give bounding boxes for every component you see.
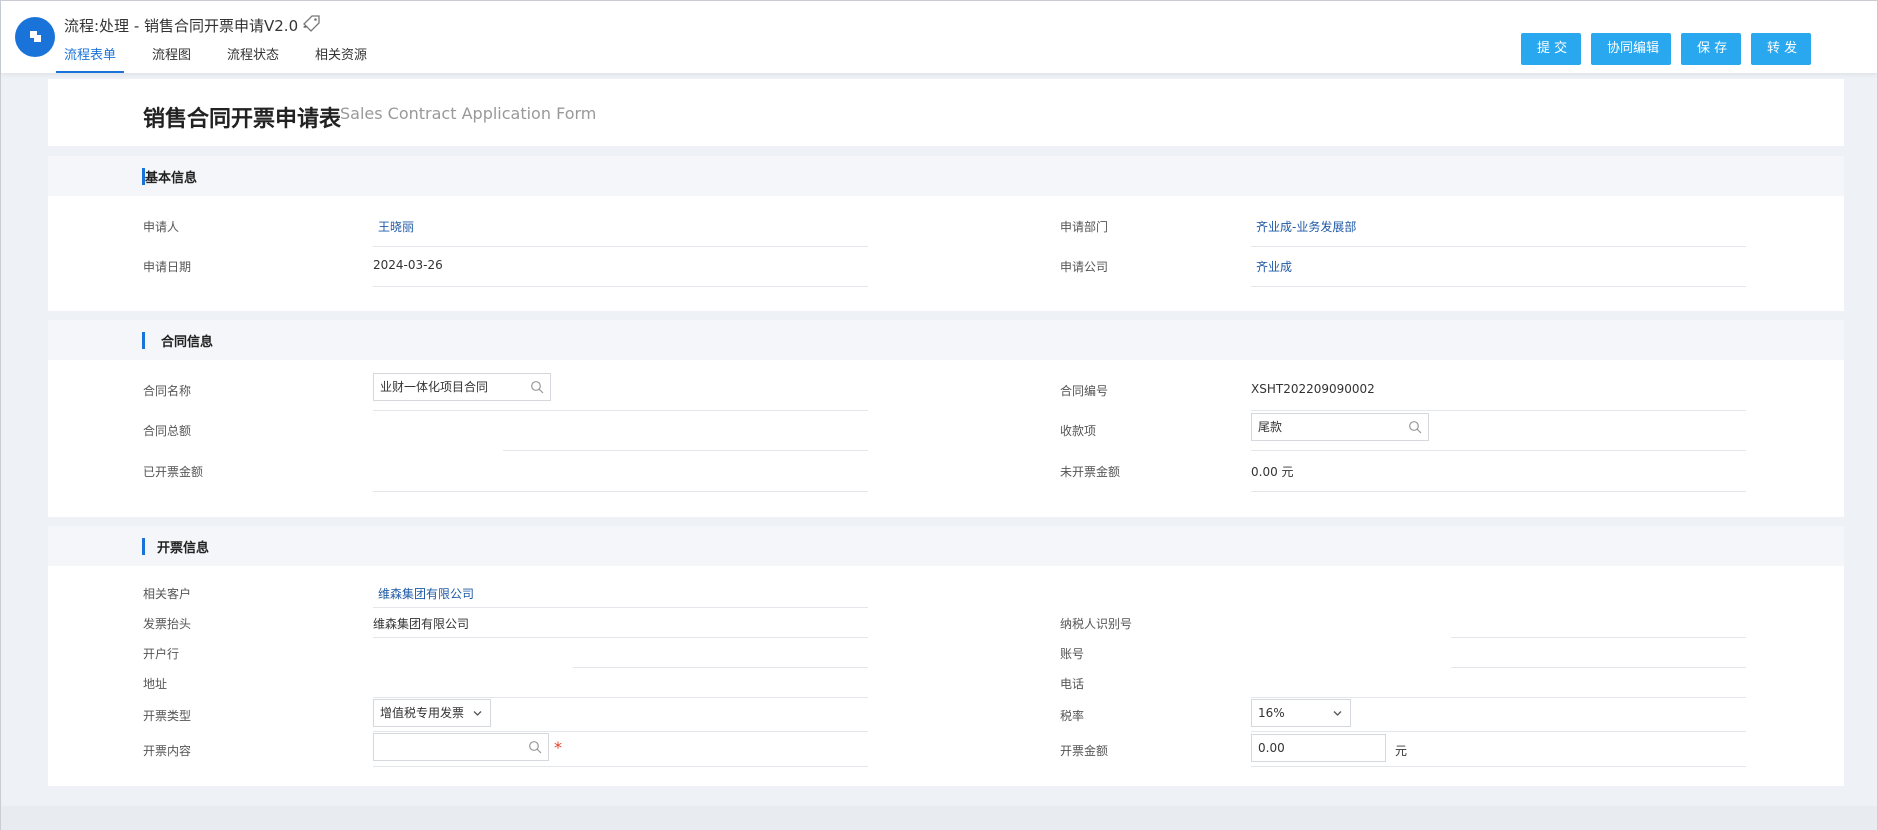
field-underline <box>373 637 868 638</box>
apply-date-value: 2024-03-26 <box>373 258 443 272</box>
field-underline <box>1251 731 1746 732</box>
invoice-amount-input[interactable]: 0.00 <box>1251 734 1386 762</box>
field-underline <box>373 491 868 492</box>
invoice-amount-label: 开票金额 <box>1060 744 1109 758</box>
section-marker <box>142 332 145 349</box>
invoiced-amount-label: 已开票金额 <box>143 465 204 479</box>
company-value[interactable]: 齐业成 <box>1256 258 1292 275</box>
address-label: 地址 <box>143 677 168 691</box>
tab-flow-chart[interactable]: 流程图 <box>144 45 199 73</box>
forward-button[interactable]: 转 发 <box>1751 33 1811 65</box>
customer-label: 相关客户 <box>143 587 192 601</box>
field-underline <box>373 697 868 698</box>
tab-process-status[interactable]: 流程状态 <box>219 45 287 73</box>
tax-rate-select[interactable]: 16% <box>1251 699 1351 727</box>
submit-button[interactable]: 提 交 <box>1521 33 1581 65</box>
invoice-type-value: 增值税专用发票 <box>380 706 465 720</box>
search-icon[interactable] <box>528 740 542 754</box>
action-toolbar: 提 交 协同编辑 保 存 转 发 <box>1521 33 1821 65</box>
field-underline <box>573 667 868 668</box>
uninvoiced-amount-label: 未开票金额 <box>1060 465 1121 479</box>
department-value[interactable]: 齐业成-业务发展部 <box>1256 218 1356 235</box>
invoice-amount-value: 0.00 <box>1258 741 1285 755</box>
phone-label: 电话 <box>1060 677 1085 691</box>
field-underline <box>1251 450 1746 451</box>
required-mark: * <box>554 738 562 757</box>
customer-value[interactable]: 维森集团有限公司 <box>378 585 474 602</box>
invoice-info-panel: 开票信息 相关客户 维森集团有限公司 发票抬头 维森集团有限公司 纳税人识别号 … <box>48 526 1844 786</box>
field-underline <box>373 766 868 767</box>
field-underline <box>373 607 868 608</box>
apply-date-label: 申请日期 <box>143 260 192 274</box>
invoice-info-header: 开票信息 <box>48 526 1844 566</box>
section-title: 基本信息 <box>145 171 198 186</box>
account-label: 账号 <box>1060 647 1085 661</box>
process-title: 流程:处理 - 销售合同开票申请V2.0 - <box>64 17 309 35</box>
contract-info-header: 合同信息 <box>48 320 1844 360</box>
field-underline <box>1451 637 1746 638</box>
tab-related-resources[interactable]: 相关资源 <box>307 45 375 73</box>
app-logo-icon <box>15 17 55 57</box>
bank-label: 开户行 <box>143 647 180 661</box>
uninvoiced-amount-value: 0.00 元 <box>1251 465 1294 479</box>
contract-name-value: 业财一体化项目合同 <box>380 380 489 394</box>
tab-process-form[interactable]: 流程表单 <box>56 45 125 73</box>
applicant-label: 申请人 <box>143 220 180 234</box>
payment-item-input[interactable]: 尾款 <box>1251 413 1429 441</box>
basic-info-header: 基本信息 <box>48 156 1844 196</box>
chevron-down-icon <box>1333 711 1342 716</box>
tag-icon[interactable] <box>303 14 321 32</box>
field-underline <box>1251 697 1746 698</box>
department-label: 申请部门 <box>1060 220 1109 234</box>
field-underline <box>1251 286 1746 287</box>
invoice-header-value: 维森集团有限公司 <box>373 617 470 631</box>
app-window: 流程:处理 - 销售合同开票申请V2.0 - 流程表单 流程图 流程状态 相关资… <box>0 0 1878 830</box>
field-underline <box>373 246 868 247</box>
search-icon[interactable] <box>530 380 544 394</box>
contract-name-label: 合同名称 <box>143 384 192 398</box>
invoice-type-label: 开票类型 <box>143 709 192 723</box>
field-underline <box>1251 766 1746 767</box>
invoice-type-select[interactable]: 增值税专用发票 <box>373 699 491 727</box>
field-underline <box>1251 410 1746 411</box>
section-title: 合同信息 <box>161 335 214 350</box>
invoice-header-label: 发票抬头 <box>143 617 192 631</box>
collab-edit-button[interactable]: 协同编辑 <box>1591 33 1671 65</box>
footer-strip <box>1 806 1877 830</box>
tax-rate-value: 16% <box>1258 706 1285 720</box>
contract-total-label: 合同总额 <box>143 424 192 438</box>
basic-info-panel: 基本信息 申请人 王晓丽 申请部门 齐业成-业务发展部 申请日期 2024-03… <box>48 156 1844 311</box>
field-underline <box>503 450 868 451</box>
field-underline <box>1251 491 1746 492</box>
taxpayer-id-label: 纳税人识别号 <box>1060 617 1133 631</box>
tax-rate-label: 税率 <box>1060 709 1085 723</box>
field-underline <box>373 286 868 287</box>
search-icon[interactable] <box>1408 420 1422 434</box>
contract-name-input[interactable]: 业财一体化项目合同 <box>373 373 551 401</box>
payment-item-label: 收款项 <box>1060 424 1097 438</box>
invoice-content-label: 开票内容 <box>143 744 192 758</box>
company-label: 申请公司 <box>1060 260 1109 274</box>
payment-item-value: 尾款 <box>1258 420 1283 434</box>
form-title: 销售合同开票申请表 <box>143 107 342 132</box>
field-underline <box>1451 667 1746 668</box>
section-marker <box>142 538 145 555</box>
contract-info-panel: 合同信息 合同名称 业财一体化项目合同 合同编号 XSHT20220909000… <box>48 320 1844 517</box>
process-header: 流程:处理 - 销售合同开票申请V2.0 - 流程表单 流程图 流程状态 相关资… <box>1 1 1877 73</box>
field-underline <box>1251 246 1746 247</box>
invoice-content-input[interactable] <box>373 733 549 761</box>
save-button[interactable]: 保 存 <box>1681 33 1741 65</box>
contract-number-value: XSHT202209090002 <box>1251 382 1375 396</box>
tab-bar: 流程表单 流程图 流程状态 相关资源 <box>56 45 395 73</box>
contract-number-label: 合同编号 <box>1060 384 1109 398</box>
section-title: 开票信息 <box>157 541 210 556</box>
form-subtitle: Sales Contract Application Form <box>340 104 597 123</box>
field-underline <box>373 410 868 411</box>
applicant-value[interactable]: 王晓丽 <box>378 218 414 235</box>
field-underline <box>373 731 868 732</box>
form-title-panel: 销售合同开票申请表 Sales Contract Application For… <box>48 79 1844 146</box>
chevron-down-icon <box>473 711 482 716</box>
amount-unit: 元 <box>1395 744 1408 758</box>
